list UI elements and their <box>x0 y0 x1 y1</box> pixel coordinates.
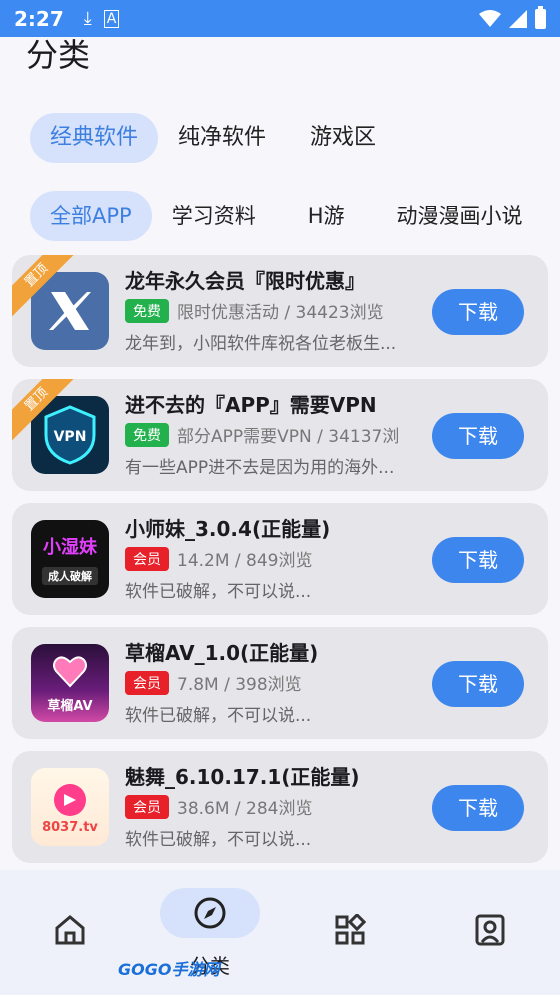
app-stats: 7.8M / 398浏览 <box>177 675 302 695</box>
app-meta: 免费 限时优惠活动 / 34423浏览 <box>125 298 425 323</box>
app-meta: 会员 38.6M / 284浏览 <box>125 794 425 819</box>
nav-profile[interactable] <box>470 910 510 950</box>
tab-game-zone[interactable]: 游戏区 <box>290 113 396 163</box>
vip-badge: 会员 <box>125 794 169 819</box>
tab-pure-software[interactable]: 纯净软件 <box>158 113 286 163</box>
free-badge: 免费 <box>125 298 169 323</box>
app-meta: 免费 部分APP需要VPN / 34137浏 <box>125 422 425 447</box>
app-icon-text: 草榴AV <box>47 699 93 714</box>
app-title: 魅舞_6.10.17.1(正能量) <box>125 765 360 789</box>
app-title: 进不去的『APP』需要VPN <box>125 393 377 417</box>
nav-category[interactable] <box>160 888 260 938</box>
download-button[interactable]: 下载 <box>432 289 524 335</box>
app-description: 软件已破解，不可以说... <box>125 582 312 602</box>
download-icon: ⤓ <box>83 8 92 29</box>
vip-badge: 会员 <box>125 546 169 571</box>
app-card[interactable]: VPN 置顶 进不去的『APP』需要VPN 免费 部分APP需要VPN / 34… <box>12 379 548 491</box>
app-stats: 14.2M / 849浏览 <box>177 551 313 571</box>
app-card[interactable]: 小湿妹 成人破解 小师妹_3.0.4(正能量) 会员 14.2M / 849浏览… <box>12 503 548 615</box>
battery-icon <box>535 5 546 29</box>
vip-badge: 会员 <box>125 670 169 695</box>
category-tabs: 经典软件 纯净软件 游戏区 <box>30 113 396 163</box>
signal-icon <box>509 9 527 28</box>
app-card[interactable]: 置顶 龙年永久会员『限时优惠』 免费 限时优惠活动 / 34423浏览 龙年到，… <box>12 255 548 367</box>
a-icon: A <box>103 9 120 28</box>
app-description: 龙年到，小阳软件库祝各位老板生... <box>125 334 397 354</box>
app-card[interactable]: 草榴AV 草榴AV_1.0(正能量) 会员 7.8M / 398浏览 软件已破解… <box>12 627 548 739</box>
app-stats: 38.6M / 284浏览 <box>177 799 313 819</box>
app-title: 小师妹_3.0.4(正能量) <box>125 517 331 541</box>
caoliu-app-icon: 草榴AV <box>31 644 109 722</box>
status-time: 2:27 <box>14 6 64 31</box>
nav-home[interactable] <box>50 910 90 950</box>
sub-tabs: 全部APP 学习资料 H游 动漫漫画小说 <box>30 191 543 241</box>
meiwu-app-icon: 8037.tv <box>31 768 109 846</box>
tab-h-games[interactable]: H游 <box>276 191 377 241</box>
page-title: 分类 <box>26 36 91 74</box>
tab-classic-software[interactable]: 经典软件 <box>30 113 159 163</box>
wifi-icon <box>479 9 501 27</box>
app-icon-text: 小湿妹 <box>43 537 97 558</box>
user-icon <box>475 914 505 946</box>
nav-apps[interactable] <box>330 910 370 950</box>
download-button[interactable]: 下载 <box>432 413 524 459</box>
app-description: 软件已破解，不可以说... <box>125 830 312 850</box>
free-badge: 免费 <box>125 422 169 447</box>
bottom-nav: 分类 GOGO手游网 <box>0 870 560 995</box>
tab-study-materials[interactable]: 学习资料 <box>152 191 276 241</box>
app-stats: 限时优惠活动 / 34423浏览 <box>177 303 384 323</box>
app-description: 有一些APP进不去是因为用的海外... <box>125 458 395 478</box>
app-title: 草榴AV_1.0(正能量) <box>125 641 319 665</box>
svg-text:VPN: VPN <box>54 429 87 445</box>
compass-icon <box>194 897 226 929</box>
download-button[interactable]: 下载 <box>432 785 524 831</box>
tab-anime-comics-novels[interactable]: 动漫漫画小说 <box>377 191 543 241</box>
home-icon <box>55 915 85 945</box>
watermark-logo: GOGO手游网 <box>118 960 220 979</box>
app-card[interactable]: 8037.tv 魅舞_6.10.17.1(正能量) 会员 38.6M / 284… <box>12 751 548 863</box>
app-title: 龙年永久会员『限时优惠』 <box>125 269 365 293</box>
app-icon-text: 8037.tv <box>42 819 98 835</box>
tab-all-apps[interactable]: 全部APP <box>30 191 152 241</box>
app-icon-subtext: 成人破解 <box>42 567 98 585</box>
app-stats: 部分APP需要VPN / 34137浏 <box>177 427 400 447</box>
app-meta: 会员 14.2M / 849浏览 <box>125 546 425 571</box>
app-description: 软件已破解，不可以说... <box>125 706 312 726</box>
download-button[interactable]: 下载 <box>432 537 524 583</box>
download-button[interactable]: 下载 <box>432 661 524 707</box>
grid-icon <box>335 914 366 945</box>
xiaoshimei-app-icon: 小湿妹 成人破解 <box>31 520 109 598</box>
app-meta: 会员 7.8M / 398浏览 <box>125 670 425 695</box>
